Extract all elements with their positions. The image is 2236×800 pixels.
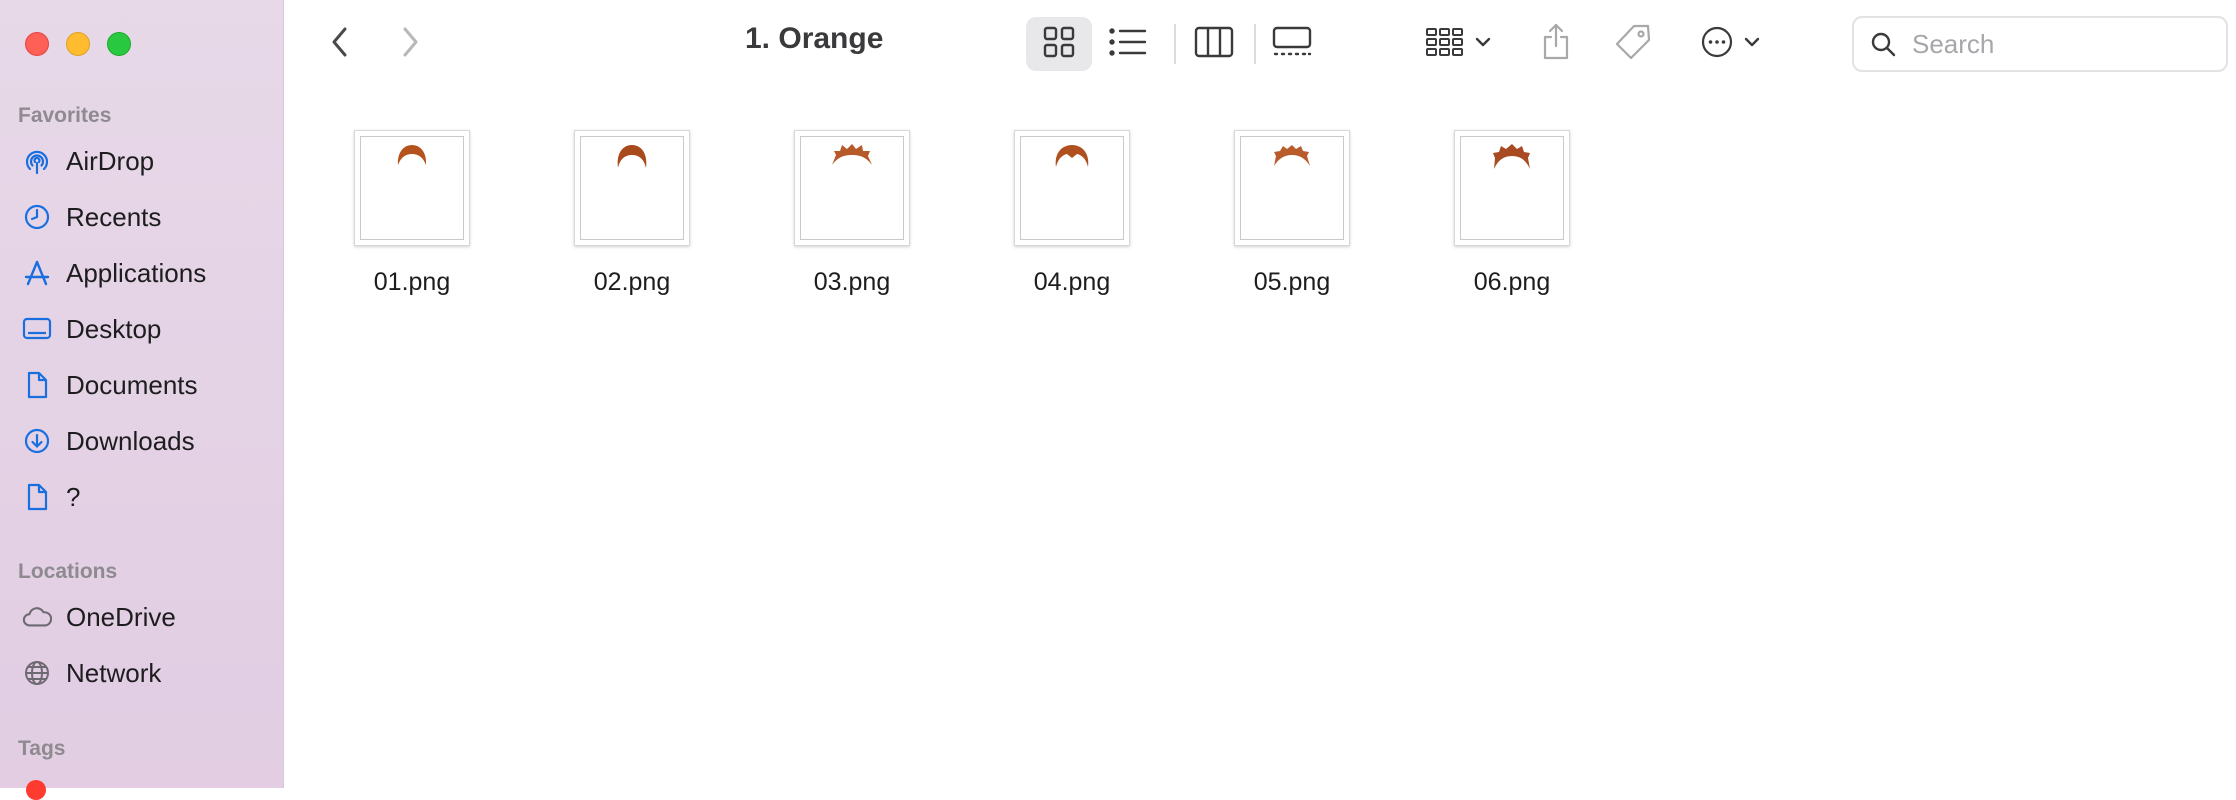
column-view-button[interactable] <box>1181 17 1247 71</box>
sidebar-item-label: Documents <box>66 369 198 400</box>
sidebar-item-label: Desktop <box>66 313 162 344</box>
file-item[interactable]: 03.png <box>752 130 952 320</box>
applications-icon <box>22 258 52 288</box>
document-icon <box>22 370 52 400</box>
search-field[interactable] <box>1852 16 2228 72</box>
hair-image-icon <box>832 144 872 165</box>
hair-image-icon <box>397 145 427 165</box>
group-by-button[interactable] <box>1413 17 1503 71</box>
sidebar-item-label: Recents <box>66 201 162 232</box>
tags-button[interactable] <box>1605 17 1661 71</box>
sidebar-item-label: Network <box>66 657 162 688</box>
sidebar-item-unknown[interactable]: ? <box>22 475 272 519</box>
columns-icon <box>1194 26 1234 63</box>
more-actions-button[interactable] <box>1685 17 1775 71</box>
file-thumbnail <box>1014 130 1130 246</box>
file-name: 04.png <box>1033 268 1111 296</box>
chevron-left-icon <box>330 26 350 63</box>
file-thumbnail <box>1234 130 1350 246</box>
file-name: 05.png <box>1253 268 1331 296</box>
file-name: 02.png <box>593 268 671 296</box>
sidebar-item-label: Applications <box>66 257 207 288</box>
hair-image-icon <box>1055 145 1089 167</box>
file-thumbnail <box>794 130 910 246</box>
airdrop-icon <box>22 146 52 176</box>
sidebar-item-desktop[interactable]: Desktop <box>22 307 272 351</box>
favorites-section-title: Favorites <box>18 104 112 127</box>
file-item[interactable]: 02.png <box>532 130 732 320</box>
sidebar-item-downloads[interactable]: Downloads <box>22 419 272 463</box>
back-button[interactable] <box>320 22 360 66</box>
hair-image-icon <box>1274 145 1310 166</box>
gallery-icon <box>1272 26 1312 63</box>
search-input[interactable] <box>1910 27 2214 61</box>
file-thumbnail <box>1454 130 1570 246</box>
sidebar-item-recents[interactable]: Recents <box>22 195 272 239</box>
file-thumbnail <box>574 130 690 246</box>
close-window-button[interactable] <box>25 32 49 56</box>
icon-view-button[interactable] <box>1026 17 1092 71</box>
file-item[interactable]: 05.png <box>1192 130 1392 320</box>
document-icon <box>22 482 52 512</box>
file-item[interactable]: 01.png <box>312 130 512 320</box>
window-title: 1. Orange <box>745 22 884 55</box>
list-view-button[interactable] <box>1095 17 1161 71</box>
file-name: 06.png <box>1473 268 1551 296</box>
toolbar-divider <box>1174 24 1176 64</box>
share-button[interactable] <box>1528 17 1584 71</box>
sidebar-item-network[interactable]: Network <box>22 651 272 695</box>
tags-section-title: Tags <box>18 737 66 760</box>
sidebar-item-airdrop[interactable]: AirDrop <box>22 139 272 183</box>
forward-button[interactable] <box>390 22 430 66</box>
tag-icon <box>1614 23 1652 66</box>
file-thumbnail <box>354 130 470 246</box>
locations-section-title: Locations <box>18 560 118 583</box>
minimize-window-button[interactable] <box>66 32 90 56</box>
ellipsis-circle-icon <box>1700 25 1734 64</box>
hair-image-icon <box>1493 144 1530 169</box>
download-icon <box>22 426 52 456</box>
hair-image-icon <box>617 145 647 168</box>
sidebar-item-onedrive[interactable]: OneDrive <box>22 595 272 639</box>
sidebar-item-label: ? <box>66 481 81 512</box>
sidebar-item-applications[interactable]: Applications <box>22 251 272 295</box>
desktop-icon <box>22 314 52 344</box>
file-browser-content: 01.png 02.png 03.png 04.png 05.png 06.pn… <box>285 92 2236 788</box>
chevron-down-icon <box>1744 35 1760 53</box>
grid-icon <box>1043 26 1075 63</box>
list-icon <box>1109 27 1147 62</box>
clock-icon <box>22 202 52 232</box>
cloud-icon <box>22 602 52 632</box>
sidebar-item-label: OneDrive <box>66 601 176 632</box>
toolbar-divider <box>1254 24 1256 64</box>
sidebar: Favorites AirDrop Recents Applications D… <box>0 0 284 800</box>
chevron-down-icon <box>1475 35 1491 53</box>
sidebar-item-documents[interactable]: Documents <box>22 363 272 407</box>
file-item[interactable]: 04.png <box>972 130 1172 320</box>
search-icon <box>1870 31 1896 57</box>
chevron-right-icon <box>400 26 420 63</box>
share-icon <box>1541 23 1571 66</box>
file-name: 01.png <box>373 268 451 296</box>
zoom-window-button[interactable] <box>107 32 131 56</box>
file-item[interactable]: 06.png <box>1412 130 1612 320</box>
file-name: 03.png <box>813 268 891 296</box>
globe-icon <box>22 658 52 688</box>
sidebar-item-label: AirDrop <box>66 145 155 176</box>
group-grid-icon <box>1425 26 1465 63</box>
sidebar-item-label: Downloads <box>66 425 195 456</box>
tag-red-dot[interactable] <box>26 780 46 800</box>
gallery-view-button[interactable] <box>1259 17 1325 71</box>
